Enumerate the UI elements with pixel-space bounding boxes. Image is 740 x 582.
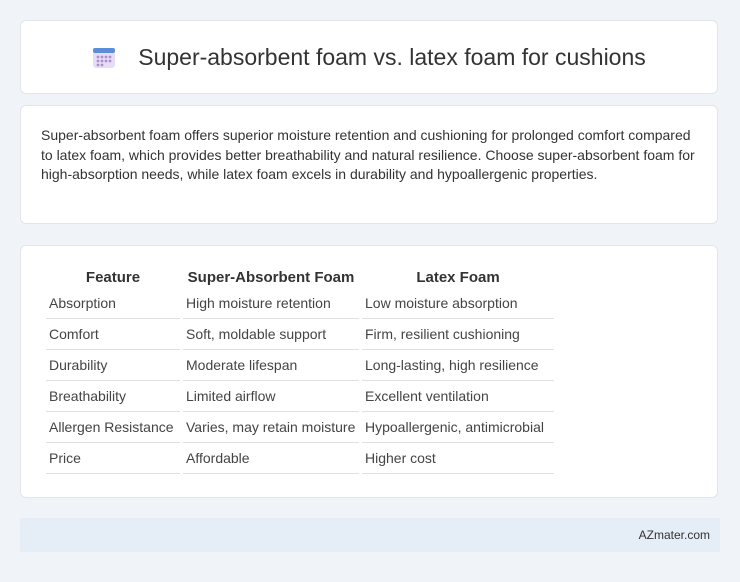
table-cell: Varies, may retain moisture [183,412,359,443]
table-row: Comfort Soft, moldable support Firm, res… [46,319,554,350]
table-cell: Price [46,443,180,474]
table-cell: Absorption [46,288,180,319]
table-row: Allergen Resistance Varies, may retain m… [46,412,554,443]
footer-bar: AZmater.com [20,518,720,552]
table-cell: Firm, resilient cushioning [362,319,554,350]
table-row: Durability Moderate lifespan Long-lastin… [46,350,554,381]
table-cell: Moderate lifespan [183,350,359,381]
comparison-table: Feature Super-Absorbent Foam Latex Foam … [43,266,557,474]
table-row: Price Affordable Higher cost [46,443,554,474]
table-cell: Comfort [46,319,180,350]
footer-brand-link[interactable]: AZmater.com [639,528,710,542]
table-cell: Breathability [46,381,180,412]
table-cell: Excellent ventilation [362,381,554,412]
table-cell: Durability [46,350,180,381]
table-cell: Hypoallergenic, antimicrobial [362,412,554,443]
title-card: Super-absorbent foam vs. latex foam for … [20,20,718,94]
table-cell: Long-lasting, high resilience [362,350,554,381]
comparison-card: Feature Super-Absorbent Foam Latex Foam … [20,245,718,498]
table-cell: Soft, moldable support [183,319,359,350]
header-latex-foam: Latex Foam [416,268,500,286]
table-header-row: Feature Super-Absorbent Foam Latex Foam [46,266,554,288]
table-cell: Low moisture absorption [362,288,554,319]
calendar-icon [92,45,116,69]
header-super-absorbent-foam: Super-Absorbent Foam [187,268,355,286]
table-cell: Affordable [183,443,359,474]
table-row: Absorption High moisture retention Low m… [46,288,554,319]
table-cell: Allergen Resistance [46,412,180,443]
header-feature: Feature [85,268,141,286]
table-row: Breathability Limited airflow Excellent … [46,381,554,412]
summary-text: Super-absorbent foam offers superior moi… [41,127,695,182]
table-cell: Higher cost [362,443,554,474]
table-cell: Limited airflow [183,381,359,412]
page-title: Super-absorbent foam vs. latex foam for … [138,43,646,70]
table-cell: High moisture retention [183,288,359,319]
summary-card: Super-absorbent foam offers superior moi… [20,105,718,224]
